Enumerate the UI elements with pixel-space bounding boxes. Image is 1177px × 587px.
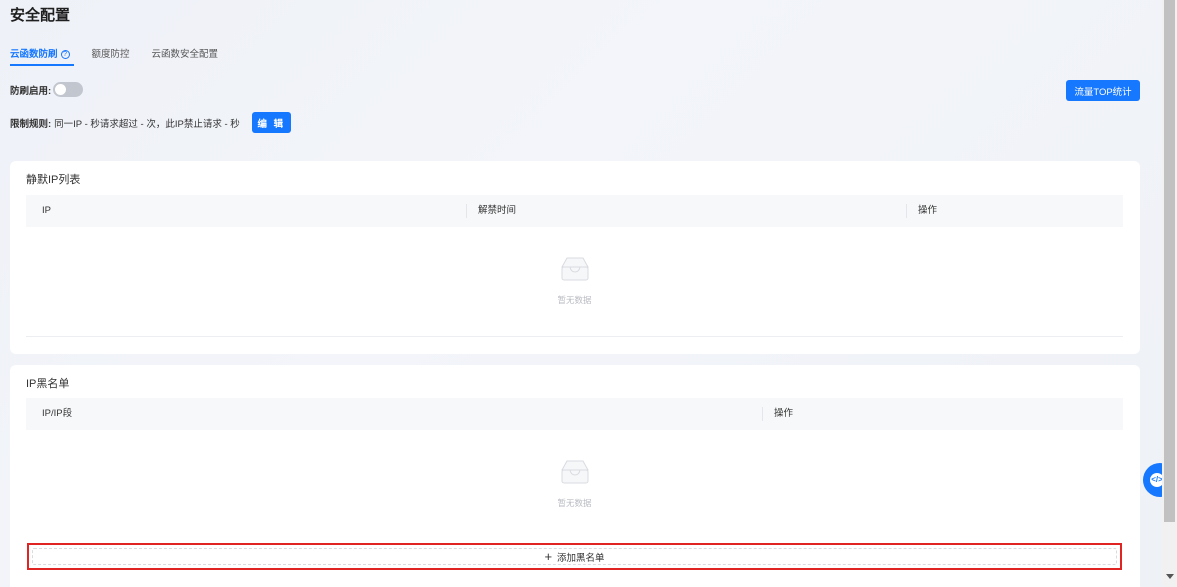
column-divider: [762, 407, 763, 421]
vertical-scrollbar[interactable]: [1162, 0, 1177, 587]
tab-label: 额度防控: [91, 49, 130, 60]
silent-ip-title: 静默IP列表: [26, 174, 81, 186]
column-header-unban-time: 解禁时间: [478, 205, 517, 216]
blacklist-empty-state: 暂无数据: [26, 458, 1123, 509]
ip-blacklist-title: IP黑名单: [26, 378, 70, 390]
column-header-ip-range: IP/IP段: [42, 408, 73, 419]
page-title: 安全配置: [10, 7, 71, 24]
empty-text: 暂无数据: [557, 295, 592, 305]
tab-bar: 云函数防刷? 额度防控 云函数安全配置: [10, 46, 240, 66]
traffic-top-stats-button[interactable]: 流量TOP统计: [1066, 80, 1140, 101]
column-header-actions: 操作: [918, 205, 938, 216]
add-blacklist-label: 添加黑名单: [557, 552, 605, 564]
table-bottom-divider: [26, 336, 1123, 337]
help-circle-icon[interactable]: ?: [60, 50, 70, 59]
column-header-ip: IP: [42, 205, 51, 216]
plus-icon: +: [544, 549, 553, 564]
limit-rule-row: 限制规则: 同一IP - 秒请求超过 - 次，此IP禁止请求 - 秒 编 辑: [10, 112, 291, 133]
scrollbar-thumb[interactable]: [1164, 0, 1175, 522]
switch-label: 防刷启用:: [10, 85, 52, 97]
silent-ip-card: 静默IP列表 IP 解禁时间 操作 暂无数据: [10, 161, 1140, 354]
edit-button[interactable]: 编 辑: [251, 112, 291, 133]
toggle-knob: [55, 84, 67, 95]
column-header-actions: 操作: [774, 408, 794, 419]
rule-label: 限制规则:: [10, 118, 52, 130]
blacklist-table-header: IP/IP段 操作: [26, 398, 1123, 430]
tab-label: 云函数防刷: [10, 49, 58, 60]
column-divider: [466, 204, 467, 218]
main-viewport: 安全配置 云函数防刷? 额度防控 云函数安全配置 防刷启用: 限制规则: 同一I…: [0, 0, 1162, 587]
tab-label: 云函数安全配置: [151, 49, 219, 60]
tab-cloud-function-security[interactable]: 云函数安全配置: [152, 46, 219, 66]
anti-brush-switch-row: 防刷启用:: [10, 82, 84, 97]
silent-ip-table-header: IP 解禁时间 操作: [26, 195, 1123, 227]
anti-brush-toggle[interactable]: [53, 82, 84, 97]
silent-ip-empty-state: 暂无数据: [26, 255, 1123, 306]
column-divider: [906, 204, 907, 218]
tab-cloud-function-anti-brush[interactable]: 云函数防刷?: [10, 46, 74, 66]
ip-blacklist-card: IP黑名单 IP/IP段 操作 暂无数据 + 添加黑名单: [10, 365, 1140, 587]
empty-text: 暂无数据: [557, 498, 592, 508]
tab-quota-control[interactable]: 额度防控: [92, 46, 130, 66]
rule-text: 同一IP - 秒请求超过 - 次，此IP禁止请求 - 秒: [54, 118, 240, 130]
add-blacklist-button[interactable]: + 添加黑名单: [27, 543, 1122, 570]
empty-inbox-icon: [560, 257, 589, 281]
empty-inbox-icon: [560, 460, 589, 484]
scroll-down-arrow-icon[interactable]: [1166, 574, 1174, 579]
